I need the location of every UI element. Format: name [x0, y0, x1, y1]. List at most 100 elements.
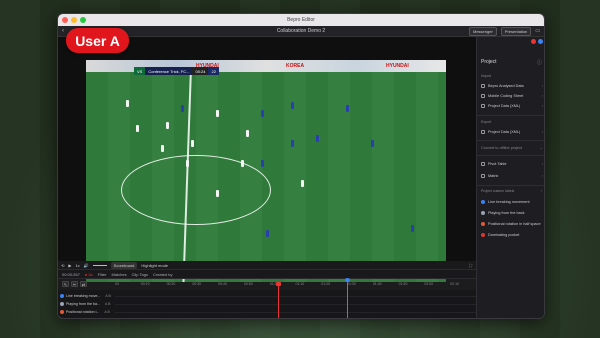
current-time: 00:00:267: [62, 271, 80, 277]
avatar[interactable]: [531, 39, 536, 44]
label-color-dot: [481, 232, 485, 237]
player: [291, 140, 294, 147]
track-controls[interactable]: A B: [105, 302, 110, 306]
custom-label-item[interactable]: Line breaking movement: [481, 197, 544, 206]
pivot-table-item[interactable]: Pivot Table ›: [481, 159, 543, 168]
track-label: Positional rotation i...: [66, 310, 100, 314]
filter-button[interactable]: Filter: [98, 272, 107, 277]
track-controls[interactable]: A B: [105, 294, 110, 298]
layout-icon[interactable]: ▭: [535, 28, 540, 34]
item-label: Project Data (XML): [488, 129, 521, 134]
play-icon[interactable]: ▶: [68, 263, 71, 268]
player: [191, 140, 194, 147]
player: [246, 130, 249, 137]
file-icon: [481, 129, 485, 134]
playhead-user-a[interactable]: [276, 282, 281, 318]
table-icon: [481, 161, 485, 166]
custom-label-item[interactable]: Playing from the back: [481, 208, 544, 217]
import-item[interactable]: Bepro Analysed Data ›: [481, 81, 543, 90]
playback-controls: ⟲ ▶ 1x 🔊 Scoreboard Highlight mode ⛶: [58, 261, 476, 270]
chevron-right-icon: ›: [541, 93, 543, 98]
convert-offline-item[interactable]: Convert to offline project ⌄: [481, 143, 543, 152]
presentation-button[interactable]: Presentation: [500, 26, 532, 36]
section-label-export: Export: [481, 120, 492, 124]
timeline-ruler: 00 00:10 00:20 00:30 00:40 00:50 01:00 01:10 01:…: [115, 282, 476, 289]
fullscreen-icon[interactable]: ⛶: [469, 263, 472, 268]
clip-tags-dropdown[interactable]: Clip Tags: [132, 272, 148, 277]
player: [216, 110, 219, 117]
scoreboard-overlay: VS Conference Trick, FC... 00:24 22: [134, 67, 219, 75]
player: [181, 105, 184, 112]
collaborator-avatars[interactable]: [531, 39, 543, 44]
minimize-window-button[interactable]: [71, 17, 77, 23]
volume-slider[interactable]: [92, 264, 107, 266]
custom-label-item[interactable]: Dominating pocket: [481, 230, 544, 239]
track-color-dot: [60, 310, 64, 314]
ruler-tick-label: 01:40: [372, 282, 382, 286]
track-lane[interactable]: [115, 306, 476, 313]
zoom-in-icon[interactable]: +: [108, 318, 110, 319]
match-video-frame[interactable]: HYUNDAI KOREA HYUNDAI: [86, 60, 446, 282]
ad-text: KOREA: [286, 63, 305, 69]
chevron-right-icon: ›: [541, 103, 543, 108]
chevron-right-icon: ›: [541, 173, 543, 178]
messenger-button[interactable]: Messenger: [469, 26, 497, 36]
custom-label-item[interactable]: Positional rotation in half space: [481, 219, 544, 228]
section-label-import: Import: [481, 74, 491, 78]
timeline-tracks[interactable]: Line breaking move... A B Playing from t…: [58, 290, 476, 318]
app-window: Bepro Editor ‹ Collaboration Demo 2 Mess…: [57, 13, 545, 319]
export-item[interactable]: Project Data (XML) ›: [481, 127, 543, 136]
track-lane[interactable]: [115, 298, 476, 305]
track-row[interactable]: Positional rotation i... A B: [60, 308, 110, 316]
ruler-tick-label: 01:30: [347, 282, 356, 286]
ruler-tick-label: 02:10: [450, 282, 459, 286]
player: [261, 160, 264, 167]
merge-tool-icon[interactable]: ⇄: [80, 281, 87, 287]
item-label: Bepro Analysed Data: [488, 83, 524, 88]
avatar[interactable]: [538, 39, 543, 44]
maximize-window-button[interactable]: [80, 17, 86, 23]
label-color-dot: [481, 210, 485, 215]
section-label-custom-labels: Project custom labels: [481, 189, 515, 193]
player: [161, 145, 164, 152]
rewind-icon[interactable]: ⟲: [61, 263, 64, 268]
video-player[interactable]: HYUNDAI KOREA HYUNDAI VS Conference Tric…: [58, 37, 476, 282]
window-controls: [62, 17, 86, 23]
info-icon[interactable]: ⓘ: [537, 59, 542, 66]
player: [126, 100, 129, 107]
close-window-button[interactable]: [62, 17, 68, 23]
matrix-item[interactable]: Matrix ›: [481, 171, 543, 180]
title-bar: Bepro Editor: [58, 14, 544, 26]
created-by-dropdown[interactable]: Created by: [153, 272, 173, 277]
divider: [477, 140, 544, 141]
chevron-right-icon: ›: [541, 83, 543, 88]
highlight-mode-toggle[interactable]: Highlight mode: [141, 263, 168, 268]
track-color-dot: [60, 294, 64, 298]
player: [346, 105, 349, 112]
volume-icon[interactable]: 🔊: [84, 263, 89, 268]
ruler-tick-label: 01:20: [321, 282, 331, 286]
cut-tool-icon[interactable]: ✂: [71, 281, 78, 287]
divider: [477, 185, 544, 186]
select-tool-icon[interactable]: ↖: [62, 281, 69, 287]
chevron-right-icon[interactable]: ›: [541, 188, 542, 193]
import-item[interactable]: Mobile Coding Sheet ›: [481, 91, 543, 100]
track-lane[interactable]: [115, 290, 476, 297]
speed-selector[interactable]: 1x: [75, 263, 79, 268]
matches-button[interactable]: Matches: [111, 272, 126, 277]
label-name: Playing from the back: [488, 210, 525, 215]
track-controls[interactable]: A B: [104, 310, 109, 314]
item-label: Pivot Table: [488, 161, 507, 166]
record-indicator[interactable]: ● 2s: [85, 272, 93, 277]
ad-text: HYUNDAI: [386, 63, 409, 69]
playhead-collaborator[interactable]: [345, 278, 350, 318]
chevron-right-icon: ›: [541, 129, 543, 134]
item-label: Project Data (XML): [488, 103, 521, 108]
scoreboard-toggle[interactable]: Scoreboard: [110, 261, 138, 269]
import-item[interactable]: Project Data (XML) ›: [481, 101, 543, 110]
ruler-tick-label: 00:10: [140, 282, 150, 286]
track-row[interactable]: Line breaking move... A B: [60, 292, 111, 300]
track-row[interactable]: Playing from the ba... A B: [60, 300, 110, 308]
track-color-dot: [60, 302, 64, 306]
grid-icon: [481, 173, 485, 178]
